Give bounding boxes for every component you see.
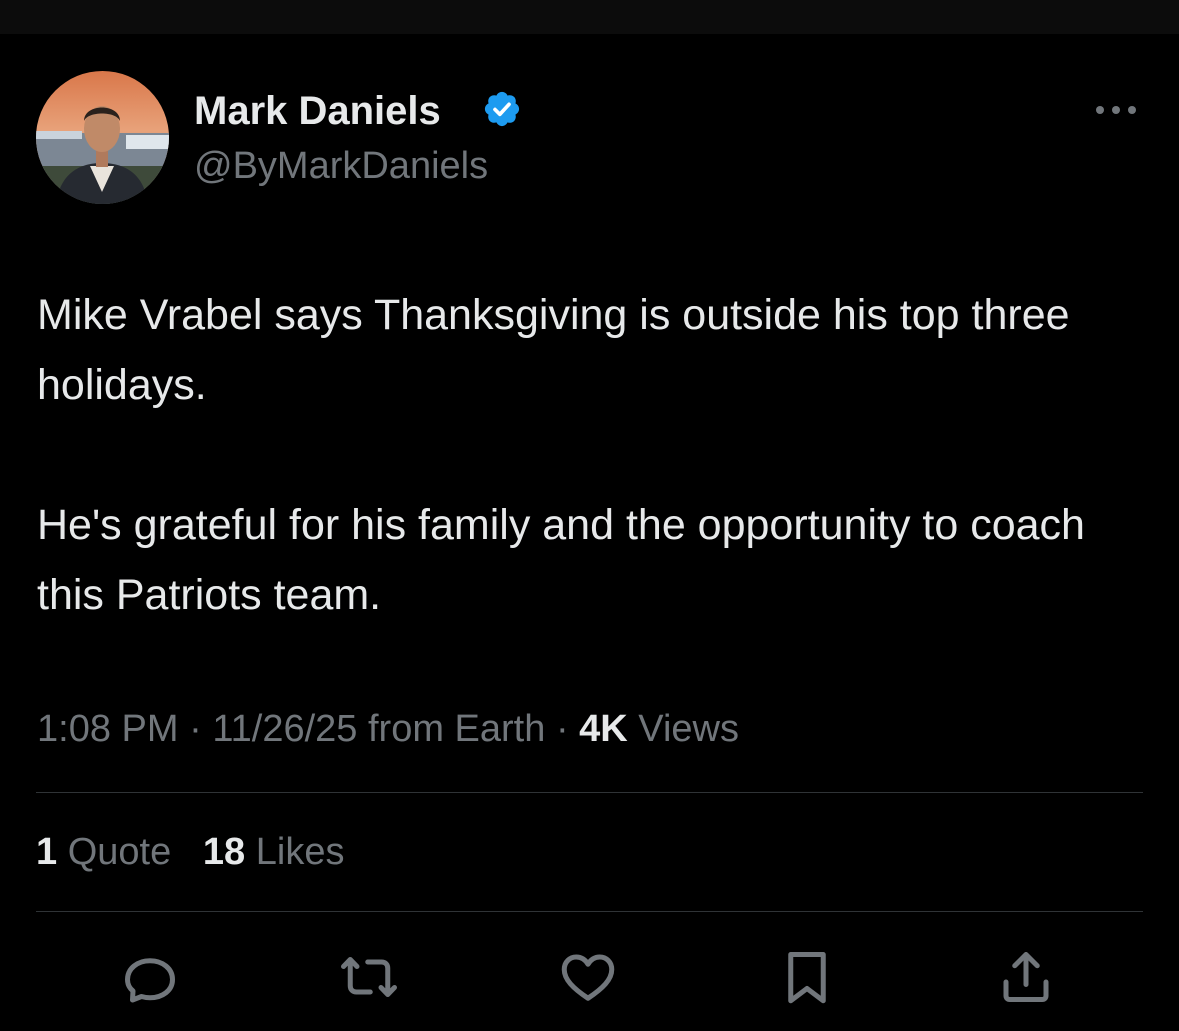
verified-badge-icon xyxy=(484,91,520,127)
meta-separator: · xyxy=(555,708,569,750)
bookmark-icon xyxy=(788,952,826,1004)
status-bar xyxy=(0,0,1179,34)
engagement-stats: 1 Quote 18 Likes xyxy=(36,827,344,877)
more-options-icon[interactable] xyxy=(1090,96,1142,124)
tweet-paragraph: He's grateful for his family and the opp… xyxy=(37,501,1085,619)
share-icon xyxy=(1003,952,1049,1002)
retweet-button[interactable] xyxy=(337,945,401,1009)
tweet-text: Mike Vrabel says Thanksgiving is outside… xyxy=(37,280,1147,630)
tweet-paragraph: Mike Vrabel says Thanksgiving is outside… xyxy=(37,291,1070,409)
tweet-metadata: 1:08 PM · 11/26/25 from Earth · 4K Views xyxy=(37,704,739,754)
divider xyxy=(36,911,1143,912)
retweet-icon xyxy=(341,957,397,997)
share-button[interactable] xyxy=(994,945,1058,1009)
like-button[interactable] xyxy=(556,945,620,1009)
author-handle[interactable]: @ByMarkDaniels xyxy=(194,142,488,190)
reply-icon xyxy=(125,958,175,1003)
avatar-photo xyxy=(36,71,169,204)
bookmark-button[interactable] xyxy=(775,945,839,1009)
views-label[interactable]: Views xyxy=(638,708,739,750)
quotes-stat[interactable]: 1 Quote xyxy=(36,831,171,873)
avatar[interactable] xyxy=(36,71,169,204)
meta-separator: · xyxy=(189,708,202,750)
quotes-label: Quote xyxy=(67,831,172,873)
like-heart-icon xyxy=(561,954,615,1001)
tweet-source: from Earth xyxy=(367,708,546,750)
tweet-date[interactable]: 11/26/25 xyxy=(212,708,357,750)
reply-button[interactable] xyxy=(118,945,182,1009)
tweet-time[interactable]: 1:08 PM xyxy=(37,708,179,750)
author-display-name[interactable]: Mark Daniels xyxy=(194,86,441,136)
likes-count: 18 xyxy=(202,831,246,873)
views-count[interactable]: 4K xyxy=(579,708,628,750)
divider xyxy=(36,792,1143,793)
quotes-count: 1 xyxy=(36,831,58,873)
likes-stat[interactable]: 18 Likes xyxy=(203,831,345,873)
likes-label: Likes xyxy=(255,831,345,873)
